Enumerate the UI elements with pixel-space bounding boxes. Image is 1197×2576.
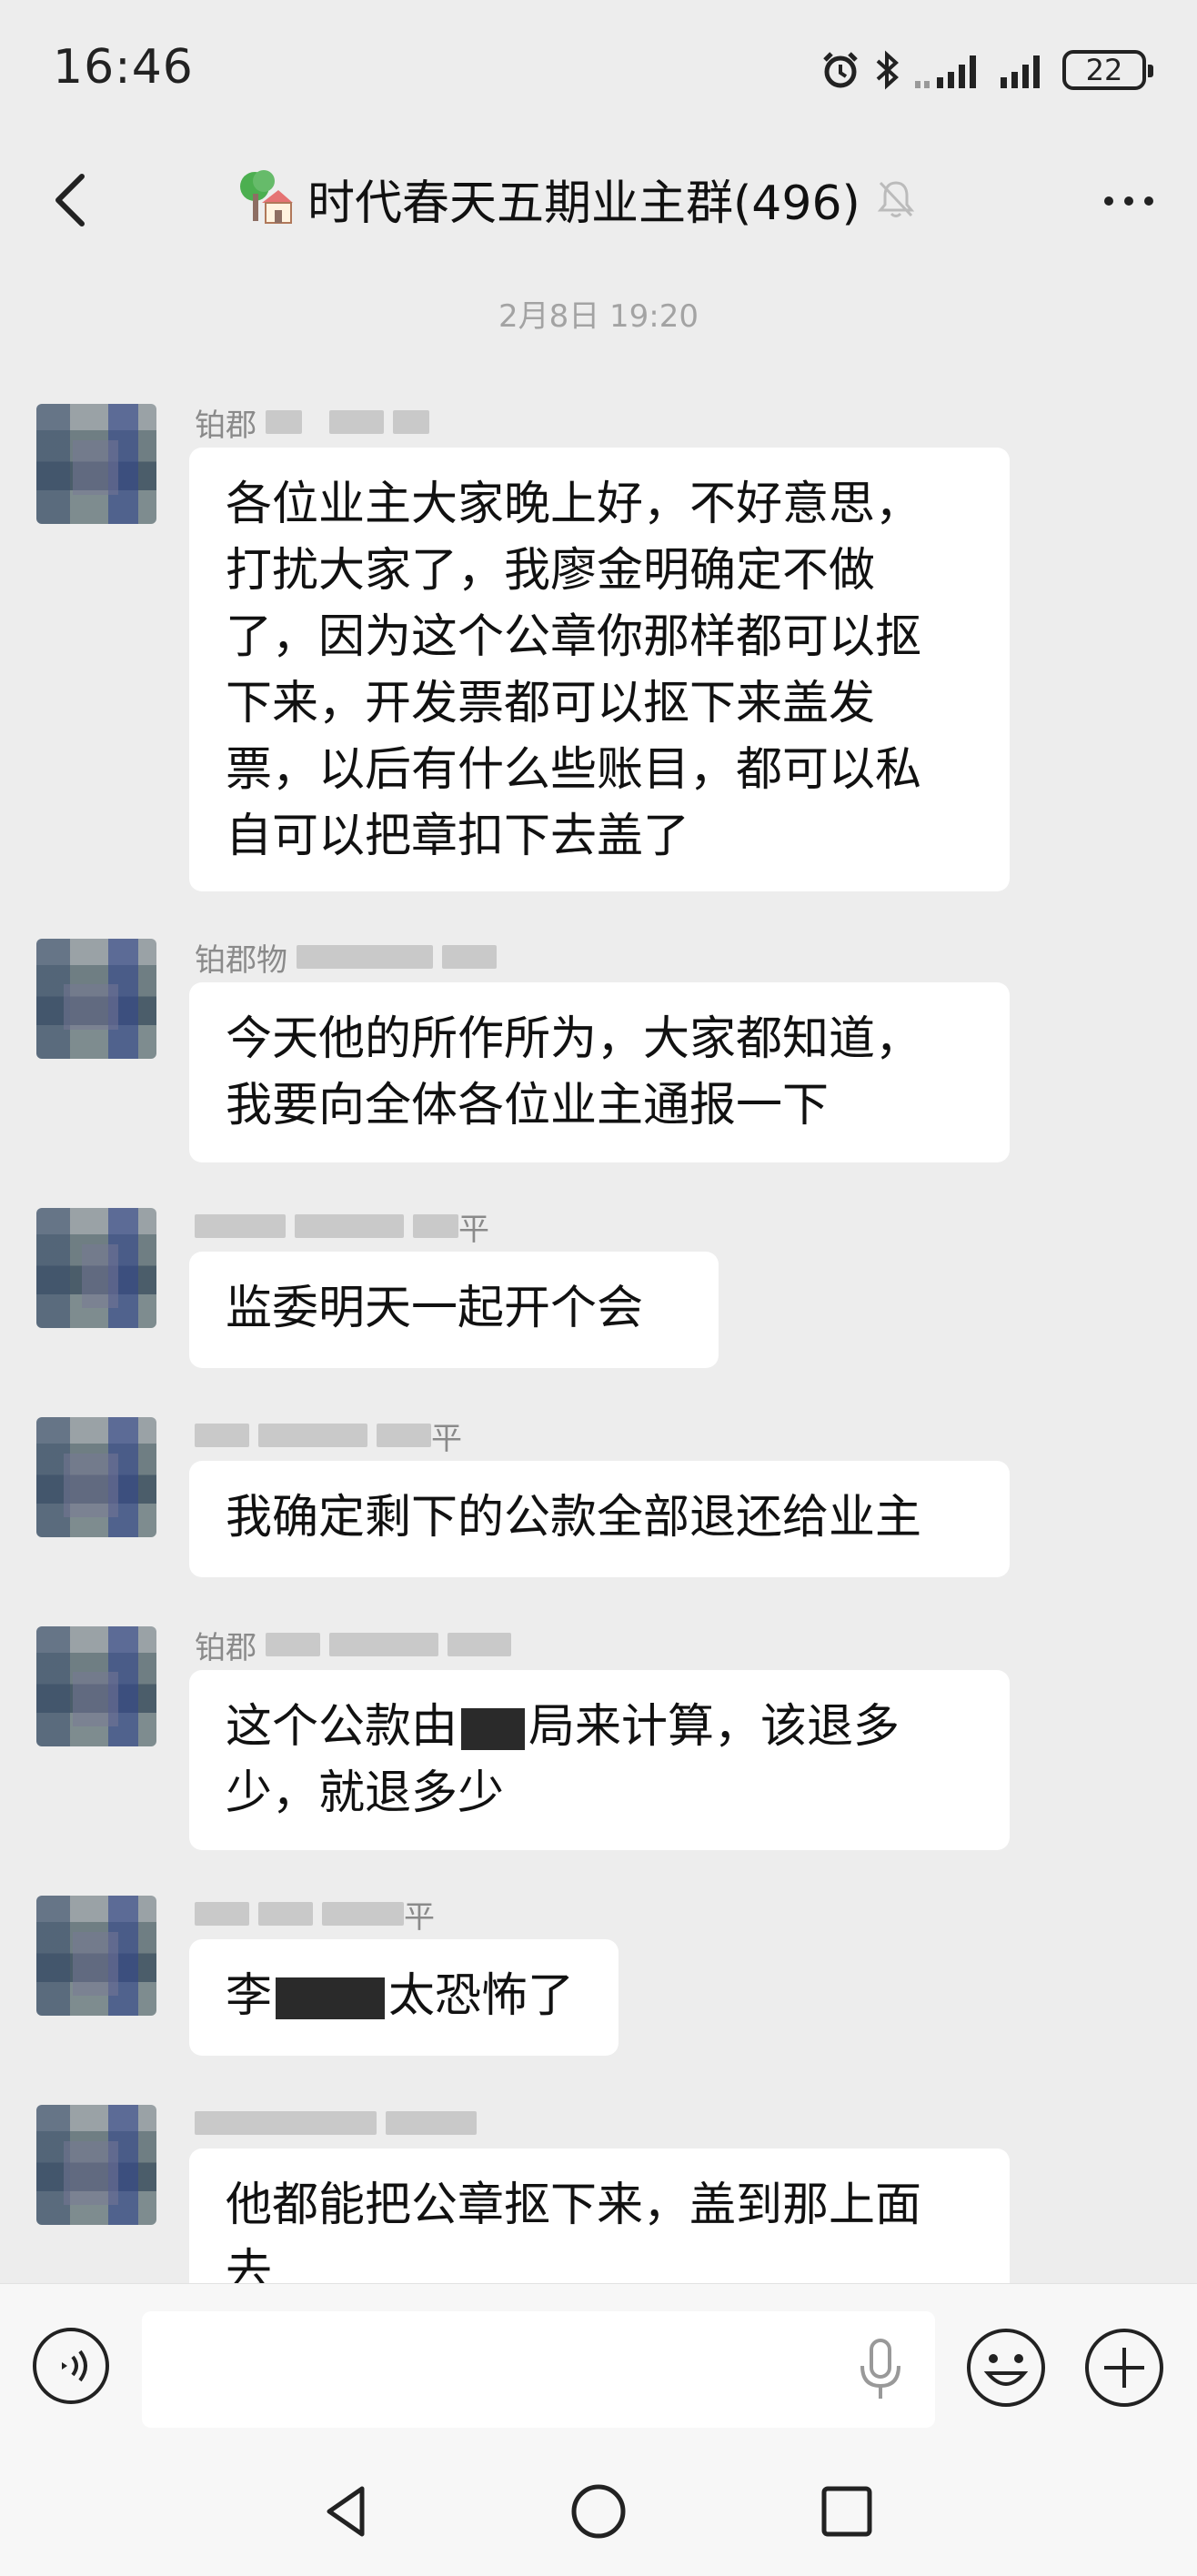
message-bubble[interactable]: 今天他的所作所为，大家都知道， 我要向全体各位业主通报一下	[189, 982, 1010, 1162]
battery-level: 22	[1085, 53, 1123, 87]
message-bubble[interactable]: 各位业主大家晚上好，不好意思， 打扰大家了，我廖金明确定不做 了，因为这个公章你…	[189, 448, 1010, 891]
signal-icon	[915, 55, 976, 88]
avatar[interactable]	[36, 1626, 156, 1746]
status-icons: 22	[820, 47, 1153, 93]
avatar[interactable]	[36, 939, 156, 1059]
chat-area[interactable]: 2月8日 19:20 铂郡 各位业主大家晚上好，不好意思， 打扰大家了，我廖金明…	[0, 264, 1197, 2283]
nav-back-icon[interactable]	[317, 2480, 380, 2543]
message-input[interactable]	[142, 2311, 935, 2428]
avatar[interactable]	[36, 2105, 156, 2225]
message-timestamp: 2月8日 19:20	[498, 298, 699, 335]
battery-icon: 22	[1062, 50, 1153, 90]
sender-name: 铂郡	[195, 1626, 511, 1666]
chevron-left-icon[interactable]	[36, 164, 109, 236]
message-bubble[interactable]: 这个公款由 局来计算，该退多 少，就退多少	[189, 1670, 1010, 1850]
status-time: 16:46	[53, 40, 194, 95]
avatar[interactable]	[36, 1896, 156, 2016]
mic-icon[interactable]	[853, 2337, 908, 2402]
signal-icon	[1001, 55, 1040, 88]
input-bar	[0, 2283, 1197, 2444]
avatar[interactable]	[36, 404, 156, 524]
message-bubble[interactable]: 我确定剩下的公款全部退还给业主	[189, 1461, 1010, 1577]
message-bubble[interactable]: 李太恐怖了	[189, 1939, 619, 2056]
redaction-mask	[276, 1977, 386, 2019]
redaction-mask	[461, 1708, 526, 1750]
sender-name: 平	[195, 1208, 489, 1248]
title-bar: 时代春天五期业主群(496)	[0, 136, 1197, 264]
message-bubble[interactable]: 监委明天一起开个会	[189, 1252, 719, 1368]
avatar[interactable]	[36, 1417, 156, 1537]
more-dots-icon[interactable]	[1088, 169, 1170, 233]
chat-title[interactable]: 时代春天五期业主群(496)	[235, 162, 919, 235]
sender-name	[195, 2105, 477, 2141]
status-bar: 16:46 22	[0, 0, 1197, 136]
house-tree-icon	[240, 170, 293, 224]
nav-recents-icon[interactable]	[815, 2480, 879, 2543]
group-title: 时代春天五期业主群(496)	[307, 176, 860, 231]
sender-name: 平	[195, 1417, 462, 1457]
bluetooth-icon	[876, 50, 899, 90]
sender-name: 铂郡	[195, 404, 429, 444]
voice-mode-icon[interactable]	[31, 2326, 111, 2406]
sender-name: 铂郡物	[195, 939, 497, 979]
nav-home-icon[interactable]	[567, 2480, 630, 2543]
system-nav-bar	[0, 2443, 1197, 2576]
avatar[interactable]	[36, 1208, 156, 1328]
message-bubble[interactable]: 他都能把公章抠下来，盖到那上面 去	[189, 2148, 1010, 2283]
bell-muted-icon	[877, 181, 915, 217]
plus-icon[interactable]	[1082, 2326, 1166, 2410]
emoji-icon[interactable]	[964, 2326, 1048, 2410]
alarm-icon	[823, 52, 858, 88]
sender-name: 平	[195, 1896, 435, 1936]
